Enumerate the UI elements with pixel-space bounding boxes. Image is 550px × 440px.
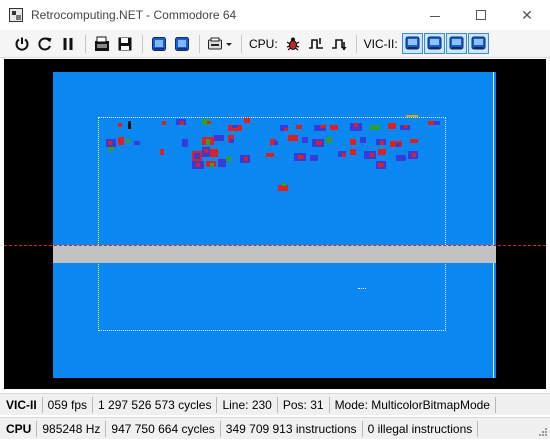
chevron-down-icon	[226, 42, 232, 46]
toolbar-separator	[355, 34, 357, 53]
vic-mode-icon	[449, 36, 464, 50]
step-into-icon	[331, 38, 347, 50]
vic-label: VIC-II:	[363, 36, 398, 51]
pause-icon	[63, 37, 73, 50]
toolbar-separator	[241, 34, 242, 53]
vic-cycles: 1 297 526 573 cycles	[93, 396, 218, 413]
cpu-cycles: 947 750 664 cycles	[106, 420, 221, 437]
toolbar-separator	[85, 34, 86, 53]
save-icon	[118, 37, 132, 50]
raster-line-indicator	[4, 245, 546, 246]
maximize-button[interactable]	[458, 0, 504, 30]
vic-mode-button-1[interactable]	[401, 33, 423, 54]
cpu-instructions: 349 709 913 instructions	[221, 420, 363, 437]
vic-mode-button-3[interactable]	[445, 33, 467, 54]
joystick-button[interactable]	[148, 33, 170, 55]
close-icon: ✕	[521, 6, 533, 23]
cpu-status-bar: CPU 985248 Hz 947 750 664 cycles 349 709…	[0, 417, 550, 439]
pause-button[interactable]	[57, 33, 79, 55]
close-button[interactable]: ✕	[504, 0, 550, 30]
vic-status-bar: VIC-II 059 fps 1 297 526 573 cycles Line…	[0, 393, 550, 415]
title-bar: Retrocomputing.NET - Commodore 64 ✕	[0, 0, 550, 30]
vic-pos: Pos: 31	[278, 396, 330, 413]
vic-mode: Mode: MulticolorBitmapMode	[330, 396, 496, 413]
load-button[interactable]	[91, 33, 113, 55]
toolbar-separator	[142, 34, 143, 53]
load-icon	[95, 36, 109, 51]
joystick-icon	[152, 36, 166, 51]
vic-mode-icon	[427, 36, 442, 50]
app-icon	[9, 8, 23, 22]
reset-button[interactable]	[34, 33, 56, 55]
vic-mode-icon	[405, 36, 420, 50]
cpu-frequency: 985248 Hz	[37, 420, 107, 437]
vic-status-head: VIC-II	[0, 396, 43, 413]
vic-mode-icon	[471, 36, 486, 50]
minimize-icon	[430, 15, 440, 17]
power-icon	[15, 37, 29, 51]
bug-icon	[286, 37, 300, 50]
step-into-button[interactable]	[328, 33, 350, 55]
keyboard-button[interactable]	[171, 33, 193, 55]
save-button[interactable]	[114, 33, 136, 55]
emulator-screen[interactable]	[4, 59, 546, 389]
disk-drive-dropdown[interactable]	[205, 33, 235, 55]
window-title: Retrocomputing.NET - Commodore 64	[31, 8, 237, 22]
vic-mode-button-4[interactable]	[467, 33, 489, 54]
vic-fps: 059 fps	[43, 396, 94, 413]
keyboard-icon	[175, 36, 189, 51]
step-over-button[interactable]	[305, 33, 327, 55]
cpu-label: CPU:	[249, 36, 278, 51]
power-button[interactable]	[11, 33, 33, 55]
screen-dot-marker	[358, 288, 366, 289]
cpu-status-head: CPU	[0, 420, 38, 437]
c64-screen-area-outline	[98, 117, 446, 331]
minimize-button[interactable]	[412, 0, 458, 30]
raster-band	[53, 245, 496, 263]
cpu-illegal-instructions: 0 illegal instructions	[363, 420, 479, 437]
toolbar-separator	[199, 34, 200, 53]
maximize-icon	[476, 10, 486, 20]
reset-icon	[38, 37, 52, 50]
toolbar: CPU: VIC-II:	[0, 30, 550, 58]
disk-drive-icon	[208, 37, 222, 49]
step-over-icon	[308, 37, 323, 49]
debug-button[interactable]	[282, 33, 304, 55]
resize-grip-icon[interactable]	[538, 427, 548, 437]
vic-line: Line: 230	[217, 396, 278, 413]
vic-mode-button-2[interactable]	[423, 33, 445, 54]
